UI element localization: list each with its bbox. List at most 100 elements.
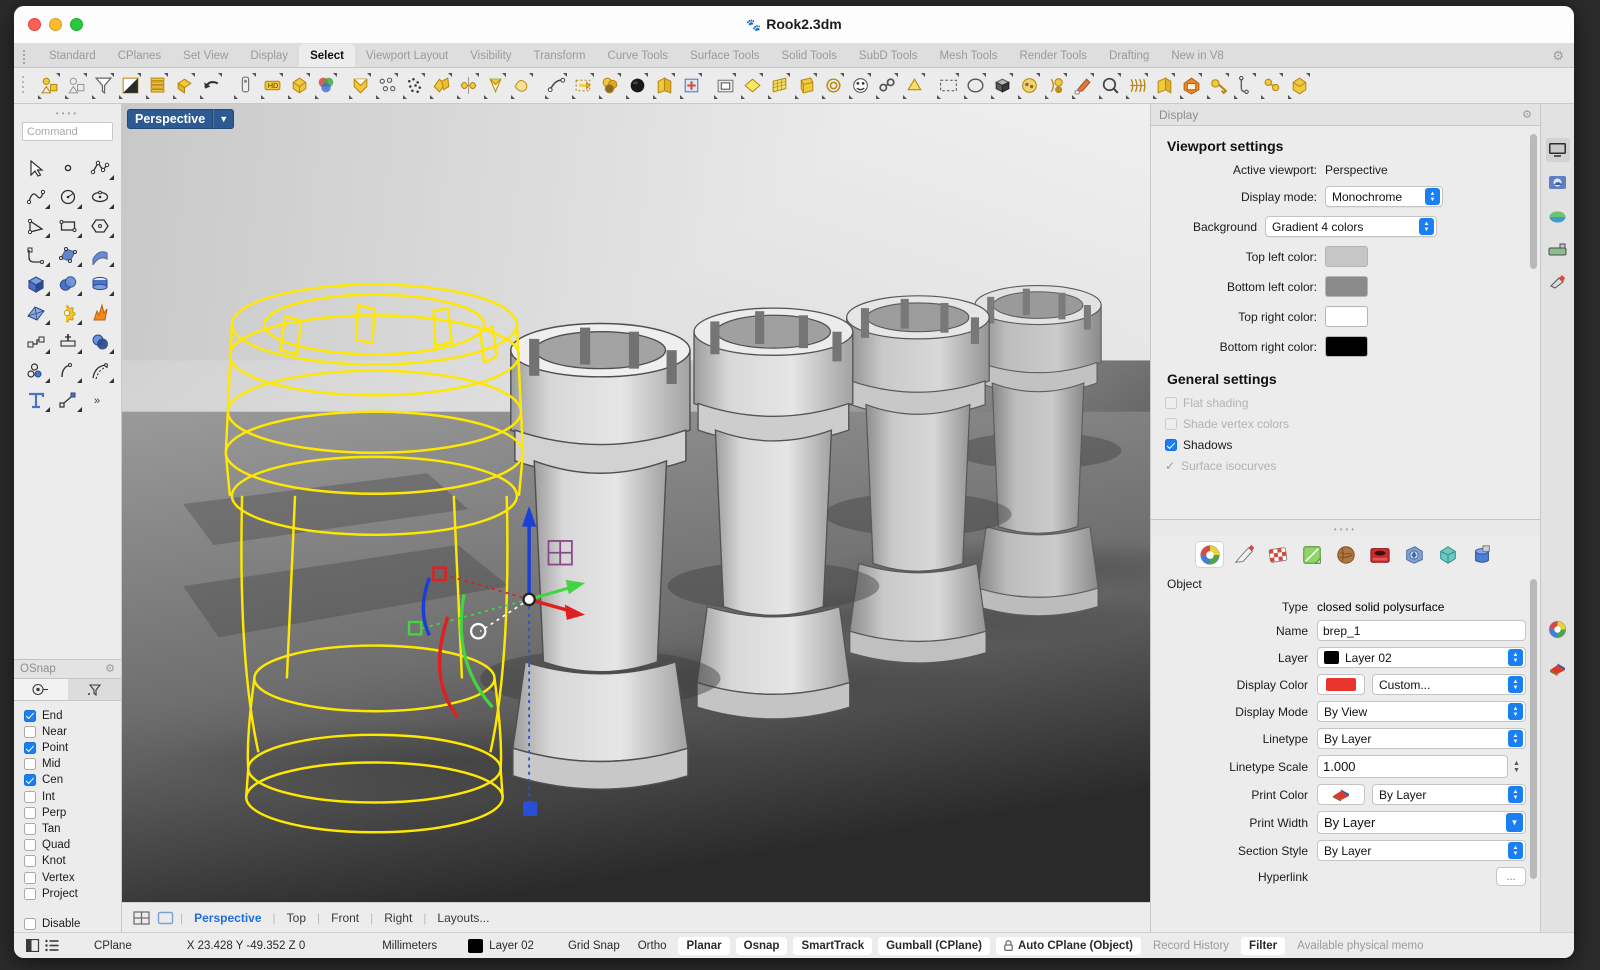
stepper-icon[interactable]: ▲ ▼ xyxy=(1508,703,1523,720)
status-planar[interactable]: Planar xyxy=(678,936,730,955)
flyout-arrow-icon[interactable] xyxy=(333,72,337,77)
flyout-arrow-icon[interactable] xyxy=(45,233,50,238)
object-panel-drag-dots[interactable]: •••• xyxy=(1151,520,1540,536)
osnap-checkbox-point[interactable] xyxy=(24,742,36,755)
flyout-arrow-icon[interactable] xyxy=(741,94,745,99)
flyout-arrow-icon[interactable] xyxy=(1261,94,1265,99)
osnap-checkbox-int[interactable] xyxy=(24,790,36,803)
flyout-arrow-icon[interactable] xyxy=(714,94,718,99)
osnap-item-mid[interactable]: Mid xyxy=(24,756,121,772)
viewport-tab-perspective[interactable]: Perspective xyxy=(183,911,272,925)
toolbar-select-extrusion-button[interactable] xyxy=(793,72,819,100)
menu-tab-standard[interactable]: Standard xyxy=(38,44,107,67)
tool-box-button[interactable] xyxy=(20,269,52,298)
menu-tab-mesh-tools[interactable]: Mesh Tools xyxy=(929,44,1009,67)
flyout-arrow-icon[interactable] xyxy=(1144,72,1148,77)
osnap-tab-snap[interactable] xyxy=(14,678,68,700)
flyout-arrow-icon[interactable] xyxy=(457,94,461,99)
stepper-icon[interactable]: ▲ ▼ xyxy=(1508,786,1523,803)
toolbar-select-by-object-button[interactable] xyxy=(232,72,258,100)
toolbar-select-open-objects-button[interactable] xyxy=(651,72,677,100)
chevron-down-icon[interactable]: ▼ xyxy=(1506,813,1523,832)
tool-trim-button[interactable] xyxy=(20,327,52,356)
osnap-item-cen[interactable]: Cen xyxy=(24,772,121,788)
menu-tab-select[interactable]: Select xyxy=(299,44,355,67)
object-tab-view[interactable] xyxy=(1400,542,1427,567)
flyout-arrow-icon[interactable] xyxy=(45,204,50,209)
toolbar-zoom-selected-button[interactable] xyxy=(1097,72,1123,100)
flyout-arrow-icon[interactable] xyxy=(110,72,114,77)
flyout-arrow-icon[interactable] xyxy=(484,94,488,99)
flyout-arrow-icon[interactable] xyxy=(421,72,425,77)
flyout-arrow-icon[interactable] xyxy=(448,72,452,77)
flyout-arrow-icon[interactable] xyxy=(77,407,82,412)
toolbar-select-curve-tools-button[interactable] xyxy=(1043,72,1069,100)
status-units[interactable]: Millimeters xyxy=(314,940,446,952)
flyout-arrow-icon[interactable] xyxy=(376,94,380,99)
flyout-arrow-icon[interactable] xyxy=(822,94,826,99)
osnap-checkbox-near[interactable] xyxy=(24,725,36,738)
toolbar-select-by-layer-button[interactable] xyxy=(144,72,170,100)
status-smarttrack[interactable]: SmartTrack xyxy=(793,936,873,955)
toolbar-select-all-button[interactable] xyxy=(428,72,454,100)
tool-ellipse-button[interactable] xyxy=(84,182,116,211)
display-gear-icon[interactable]: ⚙ xyxy=(1522,108,1532,121)
status-grid-snap[interactable]: Grid Snap xyxy=(534,940,629,952)
flyout-arrow-icon[interactable] xyxy=(65,94,69,99)
flyout-arrow-icon[interactable] xyxy=(876,94,880,99)
flyout-arrow-icon[interactable] xyxy=(511,94,515,99)
stepper-icon[interactable]: ▲ ▼ xyxy=(1419,218,1434,235)
display-scrollbar[interactable] xyxy=(1530,134,1537,269)
osnap-checkbox-perp[interactable] xyxy=(24,806,36,819)
osnap-item-perp[interactable]: Perp xyxy=(24,805,121,821)
flyout-arrow-icon[interactable] xyxy=(1198,72,1202,77)
rendering-tab-icon[interactable] xyxy=(1546,171,1570,195)
flyout-arrow-icon[interactable] xyxy=(1306,72,1310,77)
flyout-arrow-icon[interactable] xyxy=(45,407,50,412)
flyout-arrow-icon[interactable] xyxy=(234,94,238,99)
status-ortho[interactable]: Ortho xyxy=(629,940,676,952)
material-tab-icon[interactable] xyxy=(1546,270,1570,294)
flyout-arrow-icon[interactable] xyxy=(288,94,292,99)
flyout-arrow-icon[interactable] xyxy=(164,72,168,77)
display-color-swatch-box[interactable] xyxy=(1317,674,1365,695)
object-tab-environment[interactable] xyxy=(1332,542,1359,567)
osnap-checkbox-project[interactable] xyxy=(24,887,36,900)
right-icon-strip[interactable] xyxy=(1540,104,1574,932)
flat-shading-checkbox[interactable] xyxy=(1165,397,1177,409)
osnap-checkbox-mid[interactable] xyxy=(24,758,36,771)
toolbar-select-blocks-button[interactable] xyxy=(678,72,704,100)
toolbar-select-mesh-button[interactable] xyxy=(766,72,792,100)
osnap-checkbox-vertex[interactable] xyxy=(24,871,36,884)
flyout-arrow-icon[interactable] xyxy=(77,378,82,383)
menu-tab-display[interactable]: Display xyxy=(239,44,299,67)
flyout-arrow-icon[interactable] xyxy=(475,72,479,77)
flyout-arrow-icon[interactable] xyxy=(1090,72,1094,77)
toolbar-select-solid-button[interactable] xyxy=(1178,72,1204,100)
tool-surfpts-button[interactable] xyxy=(52,240,84,269)
tool-offset-button[interactable] xyxy=(84,356,116,385)
flyout-arrow-icon[interactable] xyxy=(45,262,50,267)
toolbar-invert-selection-button[interactable] xyxy=(117,72,143,100)
object-linetype-scale-input[interactable]: 1.000 xyxy=(1317,755,1508,778)
flyout-arrow-icon[interactable] xyxy=(903,94,907,99)
flyout-arrow-icon[interactable] xyxy=(991,94,995,99)
shade-vertex-colors-checkbox[interactable] xyxy=(1165,418,1177,430)
menu-tab-drafting[interactable]: Drafting xyxy=(1098,44,1160,67)
flyout-arrow-icon[interactable] xyxy=(529,72,533,77)
flyout-arrow-icon[interactable] xyxy=(698,72,702,77)
tool-sphere-button[interactable] xyxy=(52,269,84,298)
object-tab-light[interactable] xyxy=(1434,542,1461,567)
chevron-down-icon[interactable]: ▼ xyxy=(213,109,235,129)
flyout-arrow-icon[interactable] xyxy=(367,72,371,77)
stepper-icon[interactable]: ▲ ▼ xyxy=(1425,188,1440,205)
flyout-arrow-icon[interactable] xyxy=(786,72,790,77)
flyout-arrow-icon[interactable] xyxy=(77,291,82,296)
flyout-arrow-icon[interactable] xyxy=(56,72,60,77)
flyout-arrow-icon[interactable] xyxy=(109,204,114,209)
object-display-color-select[interactable]: Custom... ▲ ▼ xyxy=(1372,674,1526,695)
flyout-arrow-icon[interactable] xyxy=(1117,72,1121,77)
flyout-arrow-icon[interactable] xyxy=(349,94,353,99)
object-print-width-select[interactable]: By Layer ▼ xyxy=(1317,811,1526,834)
menu-tab-render-tools[interactable]: Render Tools xyxy=(1009,44,1099,67)
